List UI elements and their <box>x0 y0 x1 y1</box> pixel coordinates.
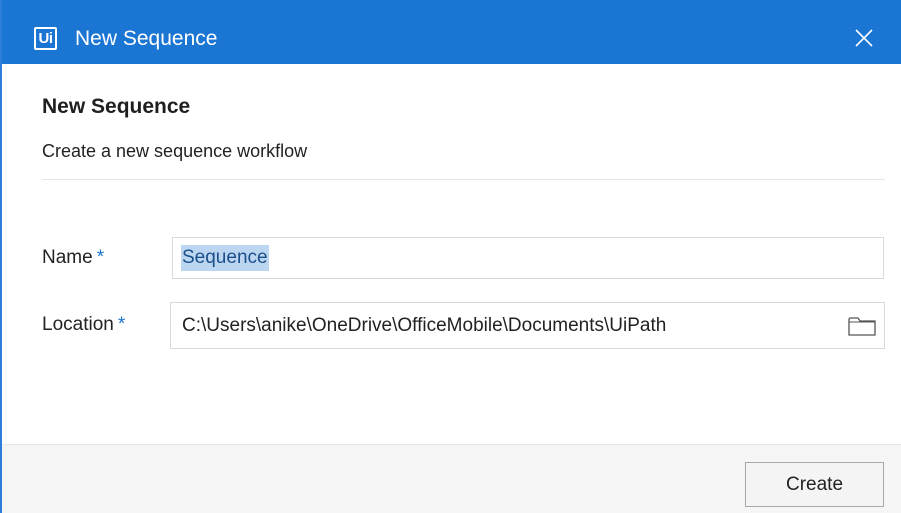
browse-folder-button[interactable] <box>840 302 885 349</box>
close-button[interactable] <box>844 18 884 58</box>
name-label: Name * <box>42 247 104 269</box>
header-divider <box>42 179 885 180</box>
dialog-description: Create a new sequence workflow <box>42 141 308 161</box>
location-label-text: Location <box>42 314 114 335</box>
location-required-marker: * <box>117 314 126 335</box>
new-sequence-dialog: Ui New Sequence New Sequence Create a ne… <box>0 0 901 513</box>
title-bar: Ui New Sequence <box>2 0 901 64</box>
name-input[interactable]: Sequence <box>172 237 884 279</box>
uipath-logo: Ui <box>34 27 57 50</box>
location-input-value: C:\Users\anike\OneDrive\OfficeMobile\Doc… <box>182 314 667 336</box>
name-input-value: Sequence <box>181 245 269 271</box>
dialog-heading: New Sequence <box>42 95 191 118</box>
create-button[interactable]: Create <box>745 462 884 507</box>
name-label-text: Name <box>42 247 93 268</box>
close-icon <box>855 29 873 47</box>
location-input[interactable]: C:\Users\anike\OneDrive\OfficeMobile\Doc… <box>170 302 841 349</box>
name-required-marker: * <box>96 247 105 268</box>
window-title: New Sequence <box>75 27 218 50</box>
location-label: Location * <box>42 314 125 336</box>
folder-icon <box>848 316 876 336</box>
